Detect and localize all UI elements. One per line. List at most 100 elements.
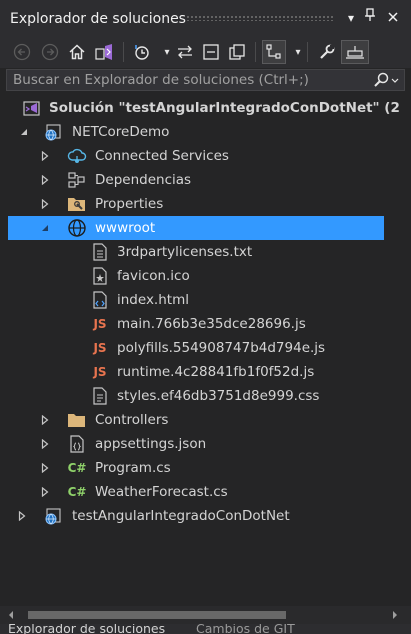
view-mode-button[interactable]	[262, 40, 286, 64]
dependencies-icon	[67, 170, 87, 190]
show-all-files-button[interactable]	[225, 40, 249, 64]
collapsed-arrow-icon[interactable]	[38, 456, 52, 480]
switch-views-button[interactable]	[92, 40, 116, 64]
horizontal-scrollbar[interactable]	[0, 606, 411, 624]
toolbar-separator	[307, 42, 308, 62]
horizontal-scrollbar-thumb[interactable]	[28, 611, 286, 619]
tree-item-program[interactable]: C# Program.cs	[0, 456, 404, 480]
tree-item-file[interactable]: JS runtime.4c28841fb1f0f52d.js	[0, 360, 404, 384]
properties-button[interactable]	[315, 40, 339, 64]
folder-icon	[67, 410, 87, 430]
tree-view-icon	[266, 44, 281, 59]
search-input[interactable]	[7, 70, 367, 90]
tree-item-file[interactable]: favicon.ico	[0, 264, 404, 288]
tree-item-label: Solución "testAngularIntegradoConDotNet"…	[49, 100, 400, 116]
toolbar: ▾ ▾	[0, 36, 411, 68]
tree-item-label: main.766b3e35dce28696.js	[117, 316, 306, 332]
toolbar-separator	[255, 42, 256, 62]
properties-folder-icon	[67, 194, 87, 214]
forward-arrow-icon	[41, 43, 59, 61]
chevron-down-icon: ▾	[347, 11, 355, 25]
javascript-file-icon: JS	[93, 365, 107, 379]
title-bar: Explorador de soluciones ▾	[0, 0, 411, 36]
scroll-left-arrow-icon	[9, 611, 13, 619]
tree-item-file[interactable]: JS main.766b3e35dce28696.js	[0, 312, 404, 336]
toolbar-separator	[123, 42, 124, 62]
vertical-scrollbar[interactable]	[404, 96, 411, 606]
collapsed-arrow-icon[interactable]	[15, 504, 29, 528]
tree-item-label: Properties	[95, 196, 164, 212]
pin-button[interactable]	[361, 8, 379, 28]
tree-item-label: Controllers	[95, 412, 169, 428]
tree-item-file[interactable]: JS polyfills.554908747b4d794e.js	[0, 336, 404, 360]
preview-icon	[346, 46, 364, 59]
javascript-file-icon: JS	[93, 341, 107, 355]
sync-arrows-icon	[178, 45, 192, 59]
collapse-all-button[interactable]	[199, 40, 223, 64]
clock-filter-icon	[135, 45, 149, 60]
tree-item-label: wwwroot	[95, 220, 156, 236]
collapsed-arrow-icon[interactable]	[38, 432, 52, 456]
wrench-icon	[320, 44, 335, 59]
window-position-dropdown-button[interactable]: ▾	[342, 8, 360, 28]
tree-item-label: polyfills.554908747b4d794e.js	[117, 340, 326, 356]
pin-icon	[365, 8, 375, 21]
tree-item-label: NETCoreDemo	[72, 124, 170, 140]
tree-item-controllers[interactable]: Controllers	[0, 408, 404, 432]
expanded-arrow-icon[interactable]	[17, 120, 31, 144]
tab-solution-explorer[interactable]: Explorador de soluciones	[8, 624, 165, 634]
preview-selected-items-button[interactable]	[341, 40, 369, 64]
back-button[interactable]	[10, 40, 34, 64]
tree-item-project-angular[interactable]: testAngularIntegradoConDotNet	[0, 504, 404, 528]
tree-item-weatherforecast[interactable]: C# WeatherForecast.cs	[0, 480, 404, 504]
sync-with-active-document-button[interactable]	[173, 40, 197, 64]
icon-file-icon	[90, 266, 110, 286]
bottom-tab-strip: Explorador de soluciones Cambios de GIT	[0, 624, 411, 634]
tab-git-changes[interactable]: Cambios de GIT	[196, 624, 295, 634]
tree-item-label: styles.ef46db3751d8e999.css	[117, 388, 320, 404]
show-all-files-icon	[229, 44, 245, 60]
forward-button[interactable]	[38, 40, 62, 64]
solution-tree: Solución "testAngularIntegradoConDotNet"…	[0, 96, 404, 606]
search-button[interactable]	[370, 71, 400, 89]
scroll-right-button[interactable]	[386, 606, 404, 624]
web-project-icon	[44, 506, 64, 526]
back-arrow-icon	[13, 43, 31, 61]
tree-item-wwwroot[interactable]: wwwroot	[8, 216, 384, 240]
collapsed-arrow-icon[interactable]	[38, 480, 52, 504]
search-icon	[374, 72, 399, 87]
tree-item-label: favicon.ico	[117, 268, 190, 284]
tree-item-properties[interactable]: Properties	[0, 192, 404, 216]
pending-changes-filter-button[interactable]	[131, 40, 155, 64]
chevron-down-icon: ▾	[164, 46, 170, 58]
tree-item-solution[interactable]: Solución "testAngularIntegradoConDotNet"…	[0, 96, 404, 120]
collapsed-arrow-icon[interactable]	[38, 408, 52, 432]
chevron-down-icon: ▾	[295, 46, 301, 58]
tree-item-file[interactable]: styles.ef46db3751d8e999.css	[0, 384, 404, 408]
tree-item-project-netcoredemo[interactable]: NETCoreDemo	[0, 120, 404, 144]
tree-item-label: WeatherForecast.cs	[95, 484, 228, 500]
close-button[interactable]	[384, 8, 402, 28]
json-file-icon	[67, 434, 87, 454]
tree-item-file[interactable]: index.html	[0, 288, 404, 312]
drag-grip[interactable]	[186, 15, 334, 21]
search-box	[6, 69, 405, 91]
tree-item-connected-services[interactable]: Connected Services	[0, 144, 404, 168]
expanded-arrow-icon[interactable]	[38, 216, 52, 240]
collapsed-arrow-icon[interactable]	[38, 144, 52, 168]
tree-item-appsettings[interactable]: appsettings.json	[0, 432, 404, 456]
home-button[interactable]	[65, 40, 89, 64]
css-file-icon	[90, 386, 110, 406]
collapsed-arrow-icon[interactable]	[38, 168, 52, 192]
javascript-file-icon: JS	[93, 317, 107, 331]
collapsed-arrow-icon[interactable]	[38, 192, 52, 216]
globe-icon	[67, 218, 87, 238]
tree-item-label: appsettings.json	[95, 436, 207, 452]
scroll-right-arrow-icon	[393, 611, 397, 619]
tree-item-label: testAngularIntegradoConDotNet	[72, 508, 290, 524]
scroll-left-button[interactable]	[2, 606, 20, 624]
tree-item-label: runtime.4c28841fb1f0f52d.js	[117, 364, 315, 380]
tree-item-file[interactable]: 3rdpartylicenses.txt	[0, 240, 404, 264]
csharp-file-icon: C#	[67, 485, 87, 499]
tree-item-dependencies[interactable]: Dependencias	[0, 168, 404, 192]
